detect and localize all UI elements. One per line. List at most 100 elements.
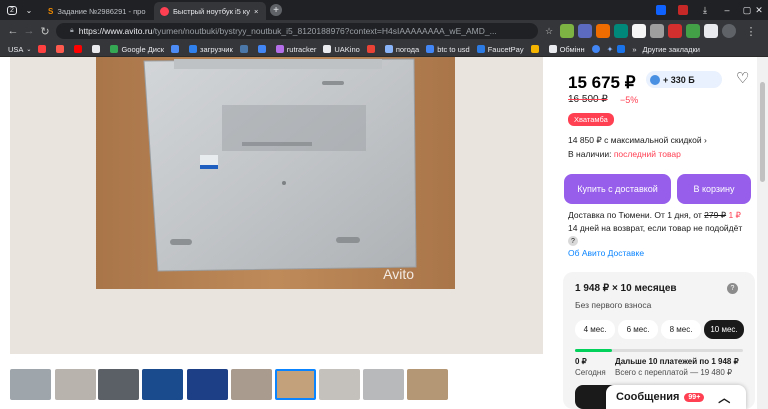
minimize-icon[interactable]: – — [716, 0, 738, 20]
thumbnail[interactable] — [187, 369, 228, 400]
bookmark-list-icon[interactable] — [672, 0, 694, 20]
google-drive-icon — [110, 45, 119, 53]
bookmark-faucetpay[interactable]: FaucetPay — [476, 45, 524, 54]
thumbnail[interactable] — [363, 369, 404, 400]
bookmark-favicon-icon — [366, 45, 375, 53]
extension-icon[interactable] — [614, 24, 628, 38]
payment-progress-fill — [575, 349, 612, 352]
extension-icon[interactable] — [560, 24, 574, 38]
download-icon[interactable]: ⤓ — [694, 0, 716, 20]
tab-counter[interactable]: 2 — [4, 0, 20, 20]
tab-label: Быстрый ноутбук i5 ку — [173, 6, 251, 16]
other-bookmarks[interactable]: Другие закладки — [643, 45, 700, 54]
messages-widget[interactable]: Сообщения 99+ ︿ — [606, 385, 746, 409]
add-to-cart-button[interactable]: В корзину — [677, 174, 751, 204]
thumbnail[interactable] — [319, 369, 360, 400]
buy-with-delivery-button[interactable]: Купить с доставкой — [564, 174, 671, 204]
reload-icon[interactable]: ↻ — [38, 23, 52, 39]
bookmark-zagruzchik[interactable]: загрузчик — [189, 45, 233, 54]
thumbnail[interactable] — [10, 369, 51, 400]
bookmark-item[interactable] — [617, 45, 628, 53]
extension-icon[interactable] — [686, 24, 700, 38]
avatar[interactable] — [722, 24, 736, 38]
bookmark-item[interactable] — [257, 45, 269, 53]
bookmark-rutracker[interactable]: rutracker — [275, 45, 316, 54]
forward-icon[interactable]: → — [22, 23, 36, 39]
thumbnail[interactable] — [407, 369, 448, 400]
thumbnail[interactable] — [142, 369, 183, 400]
tab-close-icon[interactable]: × — [254, 7, 258, 16]
bookmark-item[interactable] — [366, 45, 378, 53]
vk-icon — [239, 45, 248, 53]
bookmark-item[interactable]: USA ⌄ — [8, 45, 31, 54]
payment-progress-bar — [575, 349, 743, 352]
help-icon[interactable]: ? — [727, 283, 738, 294]
installment-title: 1 948 ₽ × 10 месяцев — [575, 283, 677, 294]
tab-search-icon[interactable]: ⌄ — [22, 0, 36, 20]
term-chip[interactable]: 6 мес. — [618, 320, 658, 339]
tv-extension-icon[interactable] — [632, 24, 646, 38]
bookmark-google-drive[interactable]: Google Диск — [110, 45, 164, 54]
overpay-label: Всего с переплатой — 19 480 ₽ — [615, 368, 733, 377]
bookmark-item[interactable] — [530, 45, 542, 53]
bookmark-favicon-icon — [257, 45, 266, 53]
chevron-up-icon[interactable]: ︿ — [718, 389, 730, 406]
thumbnail-selected[interactable] — [275, 369, 316, 400]
tab-avito[interactable]: Быстрый ноутбук i5 ку × — [154, 2, 266, 20]
price: 15 675 ₽ — [568, 73, 636, 92]
bookmark-pogoda[interactable]: погода — [384, 45, 419, 54]
term-chip[interactable]: 4 мес. — [575, 320, 615, 339]
back-icon[interactable]: ← — [6, 23, 20, 39]
bookmark-favicon-icon — [530, 45, 539, 53]
max-discount-line[interactable]: 14 850 ₽ с максимальной скидкой › — [568, 135, 707, 146]
bookmark-favicon-icon — [275, 45, 284, 53]
bookmark-btc[interactable]: btc to usd — [426, 45, 470, 54]
bookmark-item[interactable] — [56, 45, 67, 53]
bookmark-favicon-icon — [189, 45, 198, 53]
main-photo[interactable]: Avito — [96, 57, 455, 289]
tab-bar: 2 ⌄ S Задание №2986291 - про Быстрый ноу… — [0, 0, 768, 20]
installment-subtitle: Без первого взноса — [575, 300, 652, 310]
discount-percent: −5% — [620, 95, 639, 105]
bookmark-item[interactable]: ✦ — [607, 45, 614, 54]
term-chip-selected[interactable]: 10 мес. — [704, 320, 744, 339]
extension-icon[interactable] — [650, 24, 664, 38]
chevron-right-icon: » — [632, 44, 637, 54]
laptop-bottom-image: Avito — [96, 57, 455, 289]
puzzle-icon[interactable] — [704, 24, 718, 38]
term-chip[interactable]: 8 мес. — [661, 320, 701, 339]
bookmark-favicon-icon — [56, 45, 65, 53]
bonus-badge[interactable]: + 330 Б — [646, 71, 722, 88]
bookmark-item[interactable] — [74, 45, 85, 53]
lock-icon: 🔒︎ — [70, 27, 74, 34]
profile-icon[interactable] — [650, 0, 672, 20]
extension-icon[interactable] — [668, 24, 682, 38]
avito-delivery-link[interactable]: Об Авито Доставке — [568, 248, 644, 258]
tab-task[interactable]: S Задание №2986291 - про — [42, 2, 152, 20]
scrollbar-thumb[interactable] — [760, 82, 765, 182]
bookmark-item[interactable] — [591, 45, 603, 53]
help-icon[interactable]: ? — [568, 236, 578, 246]
bookmark-obminn[interactable]: Обмінн — [548, 45, 585, 54]
bookmark-item[interactable] — [239, 45, 251, 53]
new-tab-button[interactable]: + — [268, 0, 284, 20]
bookmark-item[interactable] — [171, 45, 182, 53]
thumbnail[interactable] — [231, 369, 272, 400]
extension-icon[interactable] — [596, 24, 610, 38]
menu-kebab-icon[interactable]: ⋮ — [744, 23, 758, 39]
promo-badge: Хватамба — [568, 113, 614, 126]
bookmark-overflow[interactable]: » — [632, 45, 636, 54]
stock-line: В наличии: последний товар — [568, 149, 681, 159]
bookmark-star-icon[interactable]: ☆ — [542, 23, 556, 39]
youtube-icon — [74, 45, 83, 53]
thumbnail[interactable] — [98, 369, 139, 400]
bookmark-item[interactable] — [92, 45, 103, 53]
thumbnail[interactable] — [55, 369, 96, 400]
extension-icon[interactable] — [578, 24, 592, 38]
url-host: https://www.avito.ru — [78, 26, 153, 36]
close-window-icon[interactable]: ✕ — [750, 0, 768, 20]
favorite-heart-icon[interactable]: ♡ — [736, 69, 749, 87]
bookmark-uakino[interactable]: UAKino — [323, 45, 360, 54]
bookmark-item[interactable] — [38, 45, 49, 53]
url-field[interactable]: 🔒︎ https://www.avito.ru/tyumen/noutbuki/… — [56, 23, 538, 39]
